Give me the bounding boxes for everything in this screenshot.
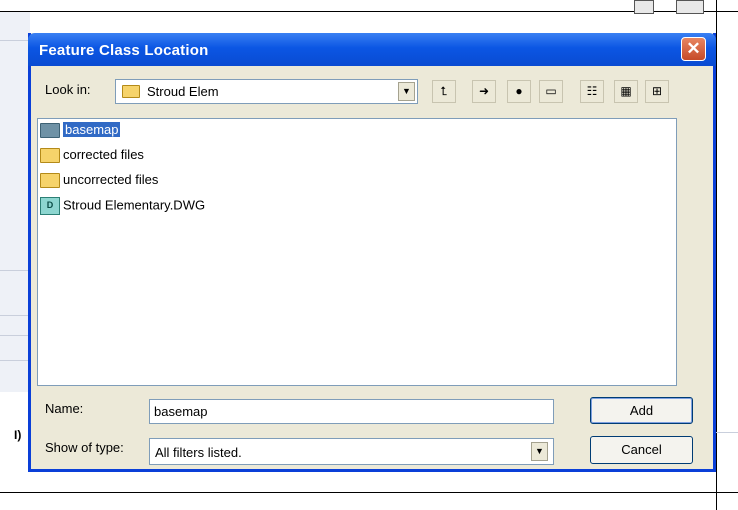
background-row-line (0, 335, 30, 336)
file-list[interactable]: basemap corrected files uncorrected files D… (37, 118, 677, 386)
background-side-label: I) (14, 428, 22, 442)
add-button[interactable]: Add (590, 397, 693, 424)
details-view-icon: ▦ (620, 84, 632, 98)
background-toolbar (0, 0, 738, 12)
details-view-button[interactable]: ▦ (614, 80, 638, 103)
file-type-select[interactable]: All filters listed. ▼ (149, 438, 554, 465)
background-dropdown-button[interactable] (634, 0, 654, 14)
up-one-level-button[interactable]: ⮤ (432, 80, 456, 103)
file-list-item[interactable]: corrected files (40, 147, 144, 169)
file-name: corrected files (63, 147, 144, 162)
new-folder-button[interactable]: ▭ (539, 80, 563, 103)
thumbnails-view-icon: ⊞ (651, 84, 663, 98)
file-name: basemap (61, 121, 122, 138)
dwg-file-icon: D (40, 197, 60, 215)
background-open-button[interactable] (676, 0, 704, 14)
up-one-level-icon: ⮤ (440, 84, 448, 98)
show-of-type-label: Show of type: (45, 440, 124, 455)
thumbnails-view-button[interactable]: ⊞ (645, 80, 669, 103)
look-in-label: Look in: (45, 82, 91, 97)
background-row-line (716, 432, 738, 433)
background-row-line (0, 360, 30, 361)
file-list-item[interactable]: D Stroud Elementary.DWG (40, 197, 205, 219)
chevron-down-icon[interactable]: ▼ (531, 442, 548, 461)
background-row-line (0, 270, 30, 271)
connect-folder-button[interactable]: ➜ (472, 80, 496, 103)
background-divider (0, 492, 738, 493)
look-in-value: Stroud Elem (147, 84, 219, 99)
file-list-item[interactable]: uncorrected files (40, 172, 158, 194)
close-icon: ✕ (686, 39, 701, 58)
background-divider (716, 0, 717, 510)
connect-folder-icon: ➜ (478, 84, 490, 98)
name-label: Name: (45, 401, 84, 416)
list-view-icon: ☷ (586, 84, 598, 98)
name-input[interactable] (149, 399, 554, 424)
background-row-line (0, 40, 30, 41)
folder-icon (40, 148, 60, 164)
close-button[interactable]: ✕ (681, 37, 706, 61)
file-type-value: All filters listed. (155, 445, 242, 460)
look-in-combo[interactable]: Stroud Elem ▼ (115, 79, 418, 104)
disconnect-folder-icon: ● (515, 84, 523, 98)
file-list-item[interactable]: basemap (40, 121, 122, 144)
folder-icon (40, 173, 60, 189)
folder-icon (40, 123, 60, 139)
background-row-line (0, 315, 30, 316)
file-name: Stroud Elementary.DWG (63, 197, 206, 213)
folder-icon (122, 85, 140, 98)
list-view-button[interactable]: ☷ (580, 80, 604, 103)
new-folder-icon: ▭ (545, 84, 557, 98)
dialog-title: Feature Class Location (39, 42, 209, 59)
cancel-button[interactable]: Cancel (590, 436, 693, 464)
chevron-down-icon[interactable]: ▼ (398, 82, 415, 101)
file-name: uncorrected files (63, 172, 159, 187)
disconnect-folder-button[interactable]: ● (507, 80, 531, 103)
